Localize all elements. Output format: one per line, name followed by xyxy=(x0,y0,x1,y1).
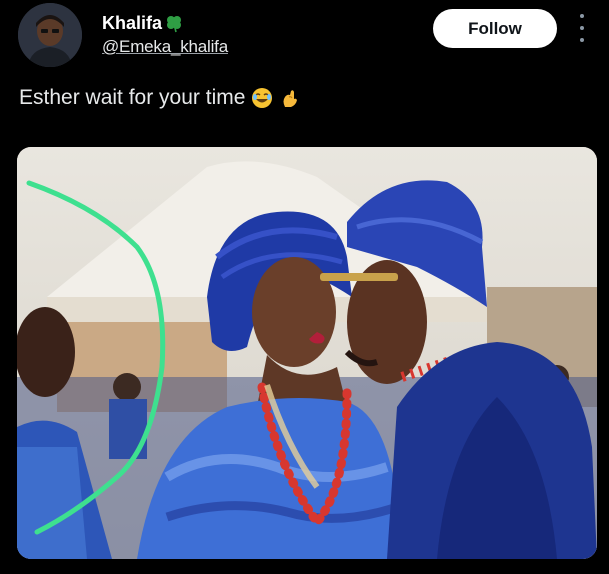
more-options-icon[interactable] xyxy=(573,14,591,42)
post-text-row: Esther wait for your time xyxy=(19,84,301,112)
post-view: Khalifa @Emeka_khalifa Follow Esther wai… xyxy=(0,0,609,574)
display-name[interactable]: Khalifa xyxy=(102,12,162,34)
user-handle[interactable]: @Emeka_khalifa xyxy=(102,36,228,58)
user-info: Khalifa @Emeka_khalifa xyxy=(102,12,228,58)
pinching-hand-icon xyxy=(279,87,301,109)
display-name-row[interactable]: Khalifa xyxy=(102,12,228,34)
post-text: Esther wait for your time xyxy=(19,86,246,109)
laughing-face-icon xyxy=(251,87,273,109)
post-photo[interactable] xyxy=(17,147,597,559)
four-leaf-clover-icon xyxy=(164,13,184,33)
photo-illustration xyxy=(17,147,597,559)
avatar[interactable] xyxy=(18,3,82,67)
follow-button[interactable]: Follow xyxy=(433,9,557,48)
